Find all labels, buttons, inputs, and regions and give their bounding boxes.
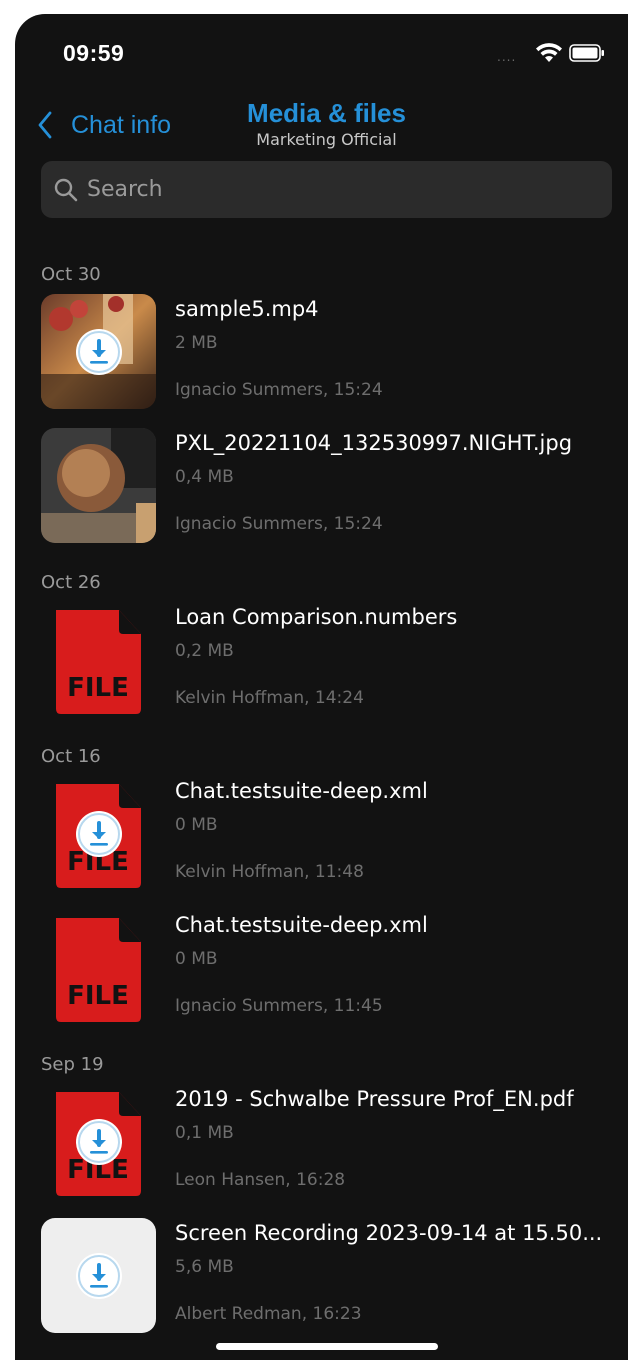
nav-title-block: Media & files Marketing Official [185,98,468,151]
file-label: FILE [67,673,129,703]
file-size: 0,1 MB [175,1123,234,1143]
media-list-item[interactable]: sample5.mp4 2 MB Ignacio Summers, 15:24 [15,294,628,428]
download-icon[interactable] [75,328,123,376]
home-indicator [216,1343,438,1350]
search-icon [54,178,78,201]
media-list-item[interactable]: Screen Recording 2023-09-14 at 15.50... 5… [15,1218,628,1352]
sender-timestamp: Kelvin Hoffman, 14:24 [175,688,364,708]
download-icon[interactable] [75,1252,123,1300]
file-name: 2019 - Schwalbe Pressure Prof_EN.pdf [175,1087,574,1111]
media-list-item[interactable]: FILE Chat.testsuite-deep.xml 0 MB Ignacio S… [15,910,628,1044]
page-title: Media & files [247,98,406,128]
sender-timestamp: Ignacio Summers, 15:24 [175,514,383,534]
back-label: Chat info [71,110,172,139]
file-size: 0,4 MB [175,467,234,487]
file-name: PXL_20221104_132530997.NIGHT.jpg [175,431,573,455]
chevron-left-icon [38,111,52,139]
media-list-item[interactable]: PXL_20221104_132530997.NIGHT.jpg 0,4 MB Ig… [15,428,628,562]
section-date: Oct 30 [41,263,101,285]
file-size: 2 MB [175,333,218,353]
sender-timestamp: Albert Redman, 16:23 [175,1304,362,1324]
file-size: 5,6 MB [175,1257,234,1277]
media-list-item[interactable]: FILE 2019 - Schwalbe Pressure Prof_EN.pdf… [15,1084,628,1218]
file-icon[interactable]: FILE [41,602,156,717]
file-size: 0 MB [175,815,218,835]
search-bar[interactable] [41,161,612,218]
status-bar: 09:59 .... [15,14,628,84]
section-date: Oct 26 [41,571,101,593]
video-thumbnail[interactable] [41,1218,156,1333]
page-subtitle: Marketing Official [256,130,397,149]
media-list: Oct 30 sample5.mp4 2 MB Ignacio Summers, 15… [15,254,628,1352]
video-thumbnail[interactable] [41,294,156,409]
download-icon[interactable] [75,810,123,858]
signal-icon: .... [497,50,517,64]
download-icon[interactable] [75,1118,123,1166]
sender-timestamp: Ignacio Summers, 11:45 [175,996,383,1016]
file-name: Chat.testsuite-deep.xml [175,779,428,803]
media-files-screen: 09:59 .... Chat info Media & files Marke… [15,14,628,1360]
back-button[interactable]: Chat info [37,108,171,142]
section-date: Oct 16 [41,745,101,767]
status-time: 09:59 [63,40,125,66]
file-name: Loan Comparison.numbers [175,605,458,629]
photo-thumbnail[interactable] [41,428,156,543]
file-size: 0 MB [175,949,218,969]
file-icon[interactable]: FILE [41,776,156,891]
sender-timestamp: Leon Hansen, 16:28 [175,1170,346,1190]
file-size: 0,2 MB [175,641,234,661]
media-list-item[interactable]: FILE Chat.testsuite-deep.xml 0 MB Kelvin Ho… [15,776,628,910]
media-list-item[interactable]: FILE Loan Comparison.numbers 0,2 MB Kelvin … [15,602,628,736]
section-date: Sep 19 [41,1053,104,1075]
search-input[interactable] [87,177,612,202]
sender-timestamp: Kelvin Hoffman, 11:48 [175,862,364,882]
file-name: sample5.mp4 [175,297,319,321]
file-name: Screen Recording 2023-09-14 at 15.50... [175,1221,603,1245]
battery-icon [569,44,604,62]
file-icon[interactable]: FILE [41,1084,156,1199]
file-label: FILE [67,981,129,1011]
file-name: Chat.testsuite-deep.xml [175,913,428,937]
sender-timestamp: Ignacio Summers, 15:24 [175,380,383,400]
wifi-icon [536,43,562,62]
file-icon[interactable]: FILE [41,910,156,1025]
